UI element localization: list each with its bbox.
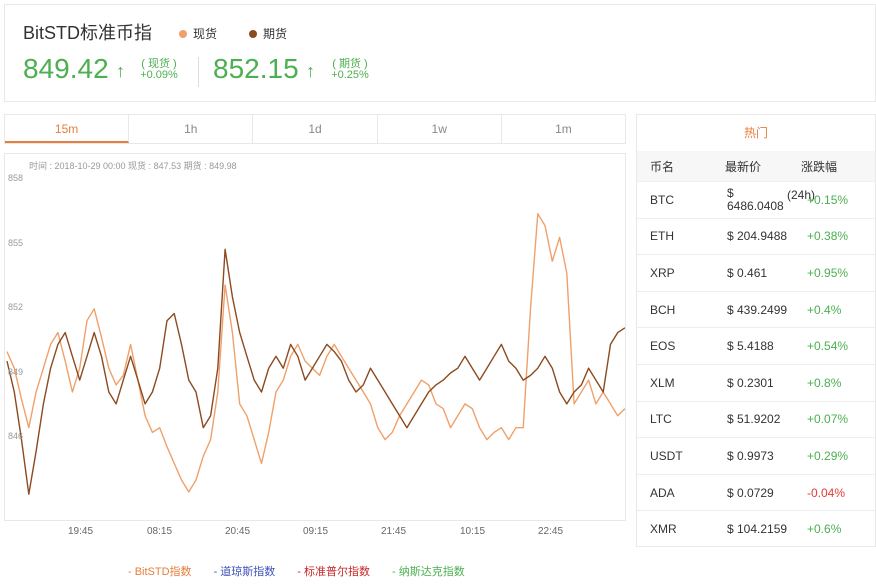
coin-name: XLM — [650, 375, 675, 390]
hot-table-header: 币名 最新价 涨跌幅 — [637, 151, 875, 181]
futures-change: +0.25% — [331, 69, 369, 81]
coin-change: +0.95% — [807, 265, 849, 280]
legend-futures-dot-icon — [249, 29, 257, 38]
coin-row-xlm[interactable]: XLM $ 0.2301 +0.8% — [637, 364, 875, 401]
coin-name: ADA — [650, 485, 675, 500]
coin-price: $ 104.2159 — [727, 522, 788, 537]
index-chart[interactable]: 时间 : 2018-10-29 00:00 现货 : 847.53 期货 : 8… — [4, 153, 626, 521]
legend-nasdaq[interactable]: - 纳斯达克指数 — [392, 563, 465, 579]
page-title: BitSTD标准币指 — [23, 23, 153, 43]
tab-1w[interactable]: 1w — [378, 115, 502, 143]
x-tick-label: 22:45 — [538, 526, 564, 537]
coin-name: USDT — [650, 448, 683, 463]
coin-name: XRP — [650, 265, 675, 280]
coin-price: $ 439.2499 — [727, 302, 788, 317]
tab-1m[interactable]: 1m — [502, 115, 625, 143]
coin-row-eos[interactable]: EOS $ 5.4188 +0.54% — [637, 327, 875, 364]
x-tick-label: 21:45 — [381, 526, 407, 537]
coin-row-xmr[interactable]: XMR $ 104.2159 +0.6% — [637, 510, 875, 547]
x-tick-label: 09:15 — [303, 526, 329, 537]
index-header: BitSTD标准币指 现货 期货 849.42 ↑ ( 现货 ) +0.09% … — [4, 4, 876, 102]
coin-price: $ 6486.0408 — [727, 185, 784, 213]
coin-change: +0.29% — [807, 448, 849, 463]
chart-svg — [6, 213, 625, 495]
coin-row-eth[interactable]: ETH $ 204.9488 +0.38% — [637, 217, 875, 255]
legend-futures: 期货 — [249, 25, 287, 42]
y-tick-label: 852 — [8, 302, 24, 312]
coin-name: LTC — [650, 412, 672, 427]
coin-change: +0.6% — [807, 522, 842, 537]
futures-up-arrow-icon: ↑ — [306, 61, 315, 81]
futures-price: 852.15 — [213, 53, 299, 84]
legend-spot-dot-icon — [179, 29, 187, 38]
coin-change: +0.15% — [807, 192, 849, 207]
timeframe-tabs: 15m 1h 1d 1w 1m — [4, 114, 626, 144]
coin-row-xrp[interactable]: XRP $ 0.461 +0.95% — [637, 254, 875, 291]
x-tick-label: 10:15 — [460, 526, 486, 537]
coin-price: $ 0.9973 — [727, 448, 774, 463]
coin-row-btc[interactable]: BTC $ 6486.0408 (24h) +0.15% — [637, 181, 875, 218]
coin-price: $ 0.2301 — [727, 375, 774, 390]
tab-15m[interactable]: 15m — [5, 115, 130, 143]
tab-1d[interactable]: 1d — [253, 115, 378, 143]
y-tick-label: 855 — [8, 238, 24, 248]
legend-futures-label: 期货 — [263, 27, 288, 41]
coin-price: $ 5.4188 — [727, 339, 774, 354]
legend-spot-label: 现货 — [193, 27, 218, 41]
coin-change: +0.4% — [807, 302, 842, 317]
price-divider — [198, 57, 199, 87]
coin-row-bch[interactable]: BCH $ 439.2499 +0.4% — [637, 290, 875, 328]
x-tick-label: 19:45 — [68, 526, 94, 537]
spot-change: +0.09% — [140, 69, 178, 81]
legend-dowjones[interactable]: - 道琼斯指数 — [214, 563, 276, 579]
coin-price: $ 51.9202 — [727, 412, 781, 427]
spot-price: 849.42 — [23, 53, 109, 84]
coin-name: XMR — [650, 522, 677, 537]
column-header-price: 最新价 — [725, 159, 762, 174]
coin-price: $ 0.0729 — [727, 485, 774, 500]
spot-up-arrow-icon: ↑ — [116, 61, 125, 81]
legend-sp500[interactable]: - 标准普尔指数 — [297, 563, 370, 579]
coin-price: $ 0.461 — [727, 265, 768, 280]
coin-name: BCH — [650, 302, 676, 317]
coin-row-usdt[interactable]: USDT $ 0.9973 +0.29% — [637, 437, 875, 474]
coin-name: BTC — [650, 192, 674, 207]
coin-change: +0.54% — [807, 339, 849, 354]
x-tick-label: 08:15 — [147, 526, 173, 537]
hot-title: 热门 — [743, 126, 768, 140]
y-tick-label: 858 — [8, 173, 24, 183]
legend-spot: 现货 — [179, 25, 217, 42]
hot-coins-panel: 热门 币名 最新价 涨跌幅 BTC $ 6486.0408 (24h) +0.1… — [636, 114, 876, 547]
coin-row-ltc[interactable]: LTC $ 51.9202 +0.07% — [637, 400, 875, 438]
column-header-name: 币名 — [650, 159, 675, 174]
coin-row-ada[interactable]: ADA $ 0.0729 -0.04% — [637, 473, 875, 511]
y-tick-label: 849 — [8, 367, 24, 377]
legend-bitstd[interactable]: - BitSTD指数 — [128, 563, 192, 579]
y-tick-label: 846 — [8, 431, 24, 441]
coin-name: ETH — [650, 229, 674, 244]
x-tick-label: 20:45 — [225, 526, 251, 537]
coin-name: EOS — [650, 339, 676, 354]
index-legend: - BitSTD指数 - 道琼斯指数 - 标准普尔指数 - 纳斯达克指数 — [128, 563, 487, 579]
coin-change: +0.8% — [807, 375, 842, 390]
coin-price: $ 204.9488 — [727, 229, 788, 244]
coin-change: +0.07% — [807, 412, 849, 427]
coin-change: +0.38% — [807, 229, 849, 244]
coin-change: -0.04% — [807, 485, 846, 500]
tab-1h[interactable]: 1h — [129, 115, 254, 143]
